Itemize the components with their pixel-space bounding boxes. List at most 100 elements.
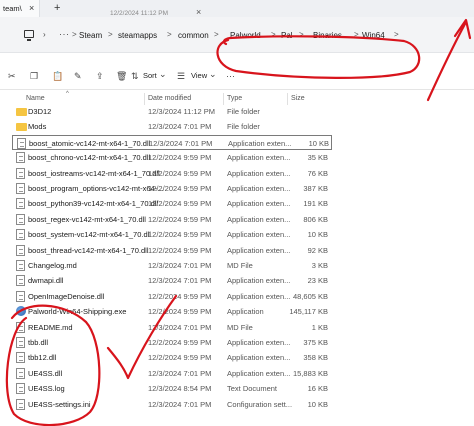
file-size: 387 KB — [303, 184, 328, 193]
file-name: UE4SS.log — [28, 384, 65, 394]
file-name: tbb12.dll — [28, 353, 57, 363]
chevron-right-icon[interactable]: › — [43, 30, 46, 39]
this-pc-icon[interactable] — [24, 30, 34, 41]
file-name: UE4SS.dll — [28, 368, 63, 378]
column-name[interactable]: Name — [26, 95, 45, 102]
file-date-modified: 12/3/2024 7:01 PM — [148, 322, 212, 332]
file-row[interactable]: UE4SS.dll 12/3/2024 7:01 PM Application ex… — [12, 366, 332, 381]
dll-file-icon — [17, 137, 26, 149]
sort-icon[interactable]: ⇅ — [131, 71, 139, 82]
ini-file-icon — [16, 398, 25, 410]
file-name: Changelog.md — [28, 261, 77, 270]
file-row[interactable]: D3D12 12/3/2024 11:12 PM File folder — [12, 104, 332, 119]
breadcrumb-separator[interactable]: > — [108, 30, 113, 39]
breadcrumb-palworld[interactable]: Palworld — [230, 31, 261, 40]
breadcrumb-overflow-icon[interactable]: ··· — [59, 29, 70, 39]
file-row[interactable]: Palworld-Win64-Shipping.exe 12/2/2024 9:5… — [12, 304, 332, 319]
file-row[interactable]: boost_program_options-vc142-mt-x64-... 12… — [12, 181, 332, 196]
file-size: 23 KB — [307, 276, 328, 286]
breadcrumb-separator[interactable]: > — [214, 30, 219, 39]
breadcrumb-win64[interactable]: Win64 — [362, 31, 385, 40]
dll-file-icon — [16, 167, 25, 179]
file-size: 10 KB — [307, 230, 328, 240]
file-date-modified: 12/2/2024 9:59 PM — [148, 153, 212, 163]
rename-icon[interactable]: ✎ — [74, 71, 82, 82]
sort-dropdown-icon[interactable]: ⌄ — [159, 69, 167, 80]
column-date-modified[interactable]: Date modified — [148, 95, 191, 102]
file-size: 806 KB — [303, 214, 328, 224]
file-size: 1 KB — [311, 322, 328, 332]
file-date-modified: 12/2/2024 9:59 PM — [148, 214, 212, 224]
tab-close-icon[interactable]: × — [29, 3, 34, 13]
file-name: boost_program_options-vc142-mt-x64-... — [28, 184, 164, 193]
cut-icon[interactable]: ✂ — [8, 71, 16, 82]
file-row[interactable]: boost_regex-vc142-mt-x64-1_70.dll 12/2/20… — [12, 212, 332, 227]
file-size: 10 KB — [308, 138, 329, 148]
md-file-icon — [16, 260, 25, 271]
column-size[interactable]: Size — [291, 95, 305, 102]
file-date-modified: 12/2/2024 9:59 PM — [148, 353, 212, 363]
file-row[interactable]: boost_iostreams-vc142-mt-x64-1_70.dll 12/… — [12, 166, 332, 181]
breadcrumb-pal[interactable]: Pal — [281, 31, 293, 40]
file-name: dwmapi.dll — [28, 276, 64, 286]
file-row[interactable]: OpenImageDenoise.dll 12/2/2024 9:59 PM App… — [12, 289, 332, 304]
address-bar: › ··· > Steam > steamapps > common > Pal… — [0, 17, 474, 53]
file-row[interactable]: tbb.dll 12/2/2024 9:59 PM Application exte… — [12, 335, 332, 350]
file-date-modified: 12/2/2024 9:59 PM — [148, 291, 212, 301]
sort-button[interactable]: Sort — [143, 71, 157, 80]
file-row[interactable]: README.md 12/3/2024 7:01 PM MD File 1 KB — [12, 320, 332, 335]
window-close-icon[interactable]: × — [196, 7, 201, 17]
file-row[interactable]: Mods 12/3/2024 7:01 PM File folder — [12, 119, 332, 134]
breadcrumb-steam[interactable]: Steam — [79, 31, 102, 40]
file-date-modified: 12/2/2024 9:59 PM — [148, 230, 212, 240]
delete-icon[interactable]: 🗑 — [116, 71, 127, 82]
file-name: D3D12 — [28, 107, 52, 116]
breadcrumb-common[interactable]: common — [178, 31, 209, 40]
file-row[interactable]: UE4SS-settings.ini 12/3/2024 7:01 PM Confi… — [12, 397, 332, 412]
file-row[interactable]: Changelog.md 12/3/2024 7:01 PM MD File 3 KB — [12, 258, 332, 273]
column-type[interactable]: Type — [227, 95, 242, 102]
view-dropdown-icon[interactable]: ⌄ — [209, 69, 217, 80]
file-size: 48,605 KB — [292, 291, 328, 301]
dll-file-icon — [16, 352, 25, 364]
file-type: File folder — [227, 107, 260, 116]
breadcrumb-separator[interactable]: > — [299, 30, 304, 39]
file-type: MD File — [227, 322, 253, 332]
file-size: 35 KB — [307, 153, 328, 163]
breadcrumb-steamapps[interactable]: steamapps — [118, 31, 157, 40]
tab-title: team\ — [3, 4, 22, 13]
share-icon[interactable]: ⇪ — [96, 71, 104, 82]
more-options-icon[interactable]: ··· — [226, 71, 235, 81]
address-dropdown-chevron-icon[interactable]: > — [394, 30, 399, 39]
breadcrumb-separator[interactable]: > — [271, 30, 276, 39]
file-size: 76 KB — [307, 168, 328, 178]
file-date-modified: 12/3/2024 7:01 PM — [148, 122, 212, 132]
file-row[interactable]: boost_thread-vc142-mt-x64-1_70.dll 12/2/2… — [12, 243, 332, 258]
copy-icon[interactable]: ❐ — [30, 71, 38, 82]
breadcrumb-binaries[interactable]: Binaries — [313, 31, 342, 40]
file-row[interactable]: dwmapi.dll 12/3/2024 7:01 PM Application e… — [12, 273, 332, 288]
tab-steam[interactable]: team\ × — [0, 0, 40, 17]
file-name: boost_atomic-vc142-mt-x64-1_70.dll — [29, 138, 151, 148]
new-tab-icon[interactable]: + — [54, 2, 60, 14]
file-row[interactable]: boost_chrono-vc142-mt-x64-1_70.dll 12/2/2… — [12, 150, 332, 165]
file-date-modified: 12/3/2024 7:01 PM — [148, 368, 212, 378]
breadcrumb-separator[interactable]: > — [354, 30, 359, 39]
view-button[interactable]: View — [191, 71, 207, 80]
view-icon[interactable]: ☰ — [177, 71, 185, 82]
paste-icon[interactable]: 📋 — [52, 71, 63, 82]
file-row[interactable]: tbb12.dll 12/2/2024 9:59 PM Application ex… — [12, 350, 332, 365]
file-row[interactable]: boost_system-vc142-mt-x64-1_70.dll 12/2/2… — [12, 227, 332, 242]
file-date-modified: 12/2/2024 9:59 PM — [148, 199, 212, 209]
file-row[interactable]: boost_python39-vc142-mt-x64-1_70.dll 12/2… — [12, 196, 332, 211]
file-row[interactable]: boost_atomic-vc142-mt-x64-1_70.dll 12/3/2… — [12, 134, 332, 150]
file-row[interactable]: UE4SS.log 12/3/2024 8:54 PM Text Document 1… — [12, 381, 332, 396]
dll-file-icon — [16, 229, 25, 241]
file-name: UE4SS-settings.ini — [28, 399, 91, 409]
file-size: 92 KB — [307, 245, 328, 255]
file-date-modified: 12/3/2024 7:01 PM — [148, 276, 212, 286]
file-name: Mods — [28, 122, 47, 132]
breadcrumb-separator[interactable]: > — [167, 30, 172, 39]
file-date-modified: 12/2/2024 9:59 PM — [148, 245, 212, 255]
breadcrumb-separator[interactable]: > — [72, 30, 77, 39]
